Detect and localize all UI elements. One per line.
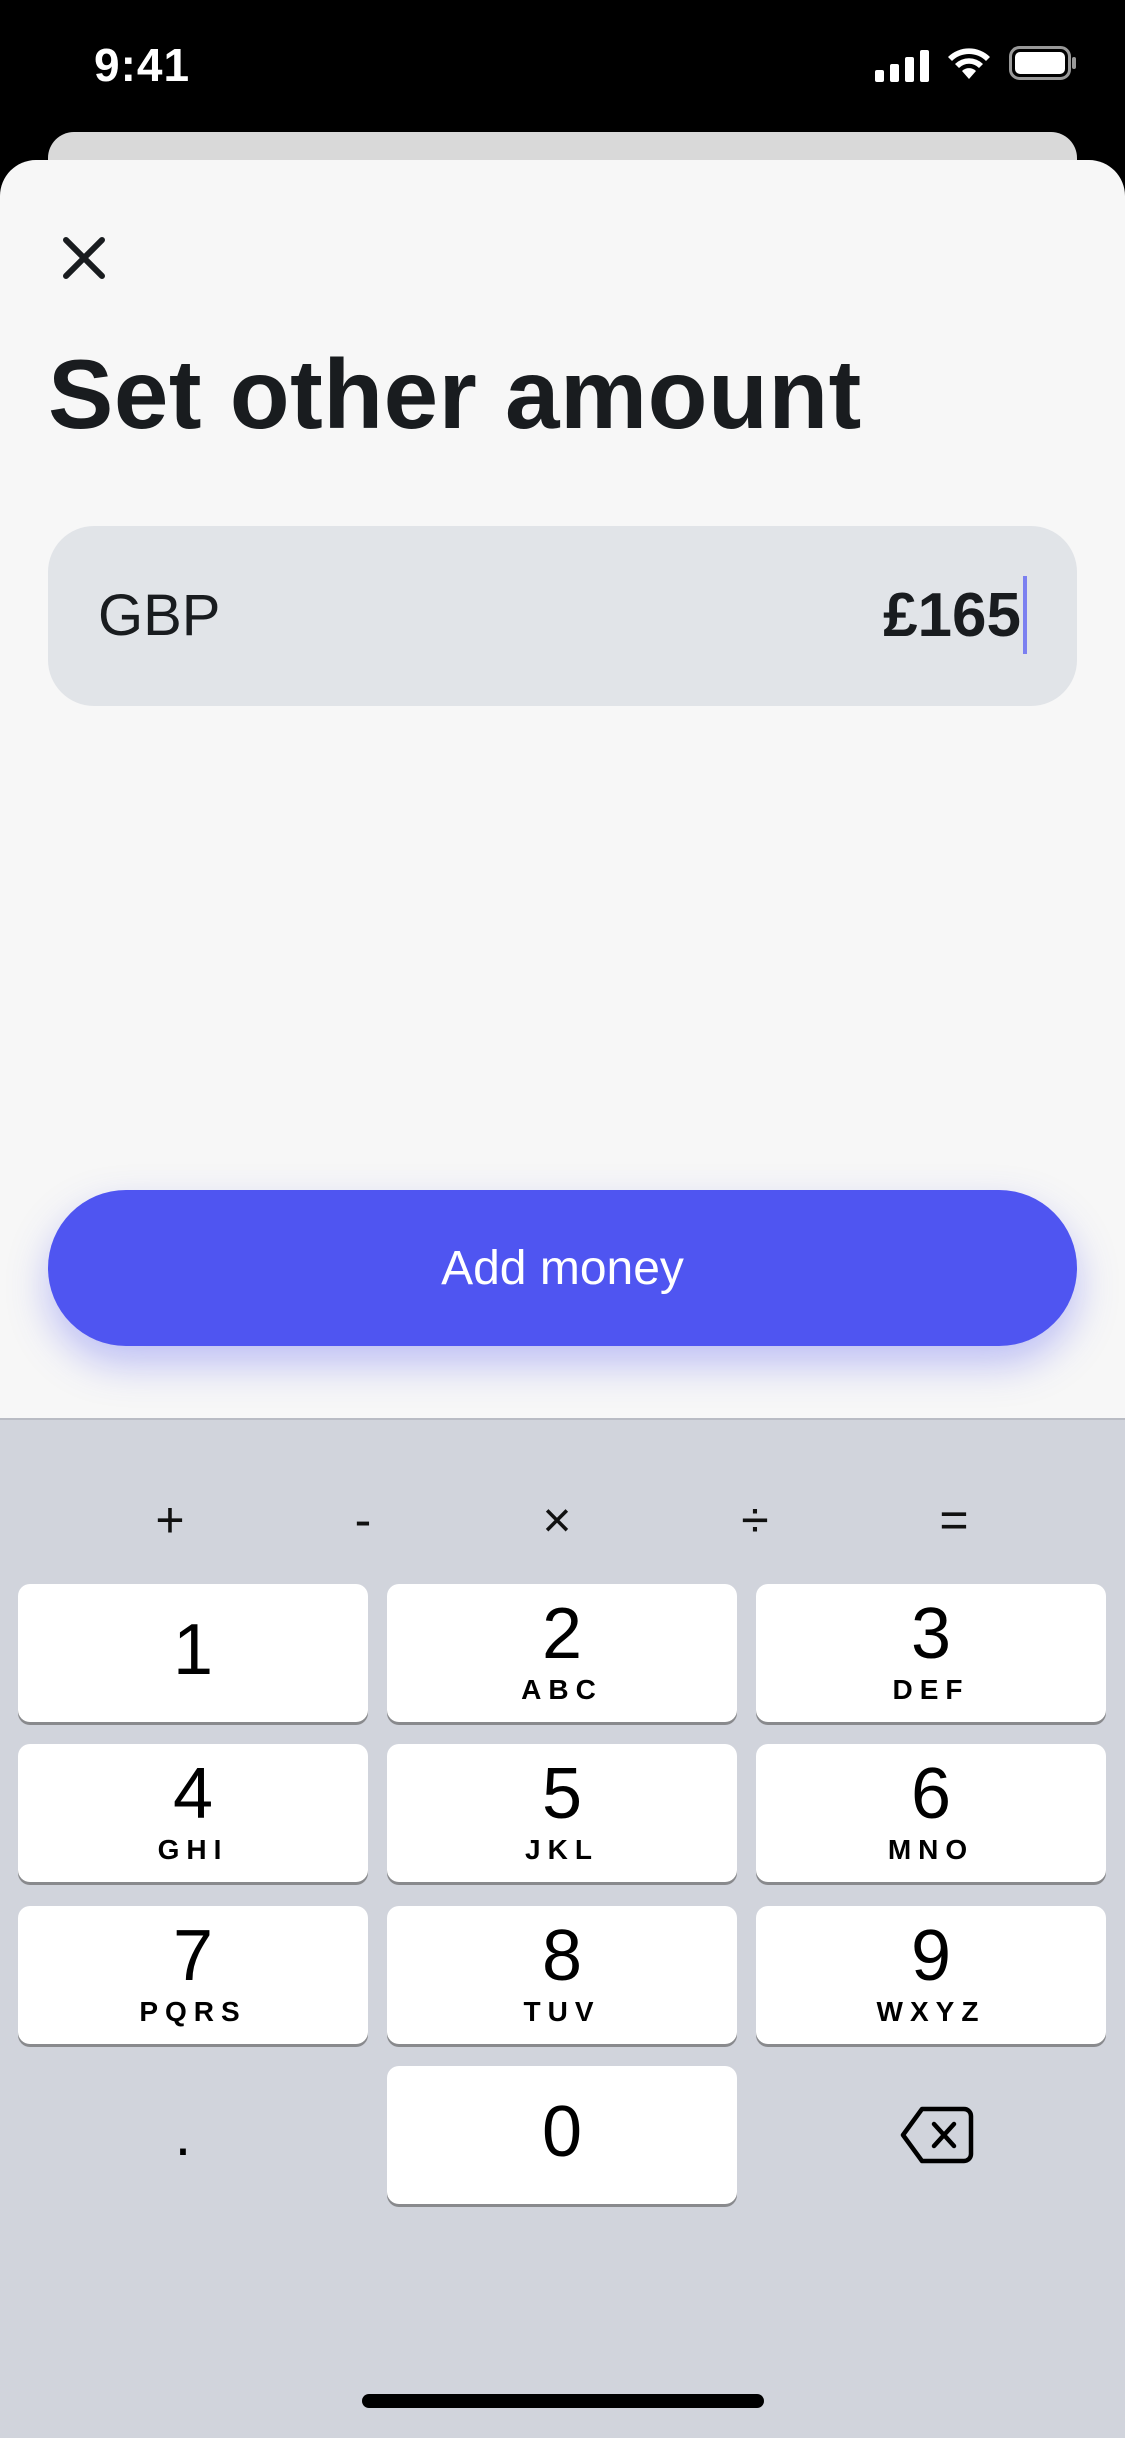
key-letters: GHI xyxy=(157,1834,229,1865)
numeric-keyboard: + - × ÷ = 1 2 ABC 3 DEF 4 GHI 5 JKL 6 MN… xyxy=(0,1418,1125,2438)
key-digit: 9 xyxy=(910,1916,952,1996)
key-2[interactable]: 2 ABC xyxy=(387,1584,737,1722)
key-letters: JKL xyxy=(525,1834,599,1865)
key-7[interactable]: 7 PQRS xyxy=(18,1906,368,2044)
key-letters: MNO xyxy=(887,1834,975,1865)
currency-label: GBP xyxy=(98,583,221,648)
key-digit: 2 xyxy=(541,1594,583,1674)
key-letters: WXYZ xyxy=(876,1996,986,2027)
modal-sheet: Set other amount GBP £165 Add money xyxy=(0,160,1125,1420)
key-0[interactable]: 0 xyxy=(387,2066,737,2204)
close-icon xyxy=(63,237,105,279)
status-icons xyxy=(875,46,1077,85)
backspace-icon xyxy=(900,2106,974,2164)
amount-value-wrap: £165 xyxy=(883,576,1027,654)
status-time: 9:41 xyxy=(94,39,191,91)
key-letters: ABC xyxy=(521,1674,603,1705)
key-digit: 5 xyxy=(541,1754,583,1834)
amount-input[interactable]: GBP £165 xyxy=(48,526,1077,706)
key-digit: 3 xyxy=(910,1594,952,1674)
key-divide[interactable]: ÷ xyxy=(695,1470,815,1570)
key-digit: 6 xyxy=(910,1754,952,1834)
signal-icon xyxy=(875,49,929,82)
key-4[interactable]: 4 GHI xyxy=(18,1744,368,1882)
key-letters: DEF xyxy=(892,1674,970,1705)
decimal-label: . xyxy=(174,2101,192,2168)
page-title: Set other amount xyxy=(48,339,862,449)
key-8[interactable]: 8 TUV xyxy=(387,1906,737,2044)
key-plus[interactable]: + xyxy=(110,1470,230,1570)
key-digit: 0 xyxy=(541,2092,583,2172)
key-digit: 1 xyxy=(172,1610,214,1690)
amount-value: £165 xyxy=(883,580,1021,650)
key-3[interactable]: 3 DEF xyxy=(756,1584,1106,1722)
key-5[interactable]: 5 JKL xyxy=(387,1744,737,1882)
key-6[interactable]: 6 MNO xyxy=(756,1744,1106,1882)
key-digit: 8 xyxy=(541,1916,583,1996)
home-indicator xyxy=(362,2394,764,2408)
wifi-icon xyxy=(947,46,991,85)
key-digit: 4 xyxy=(172,1754,214,1834)
text-caret xyxy=(1023,576,1027,654)
backspace-key[interactable] xyxy=(762,2066,1112,2204)
key-9[interactable]: 9 WXYZ xyxy=(756,1906,1106,2044)
key-1[interactable]: 1 xyxy=(18,1584,368,1722)
key-letters: PQRS xyxy=(139,1996,247,2027)
key-letters: TUV xyxy=(523,1996,601,2027)
key-decimal[interactable]: . xyxy=(8,2066,358,2204)
status-bar: 9:41 xyxy=(0,0,1125,140)
key-multiply[interactable]: × xyxy=(497,1470,617,1570)
key-equals[interactable]: = xyxy=(894,1470,1014,1570)
operator-row: + - × ÷ = xyxy=(0,1470,1125,1570)
close-button[interactable] xyxy=(46,220,122,296)
add-money-button[interactable]: Add money xyxy=(48,1190,1077,1346)
battery-icon xyxy=(1009,46,1077,85)
key-digit: 7 xyxy=(172,1916,214,1996)
key-minus[interactable]: - xyxy=(303,1470,423,1570)
